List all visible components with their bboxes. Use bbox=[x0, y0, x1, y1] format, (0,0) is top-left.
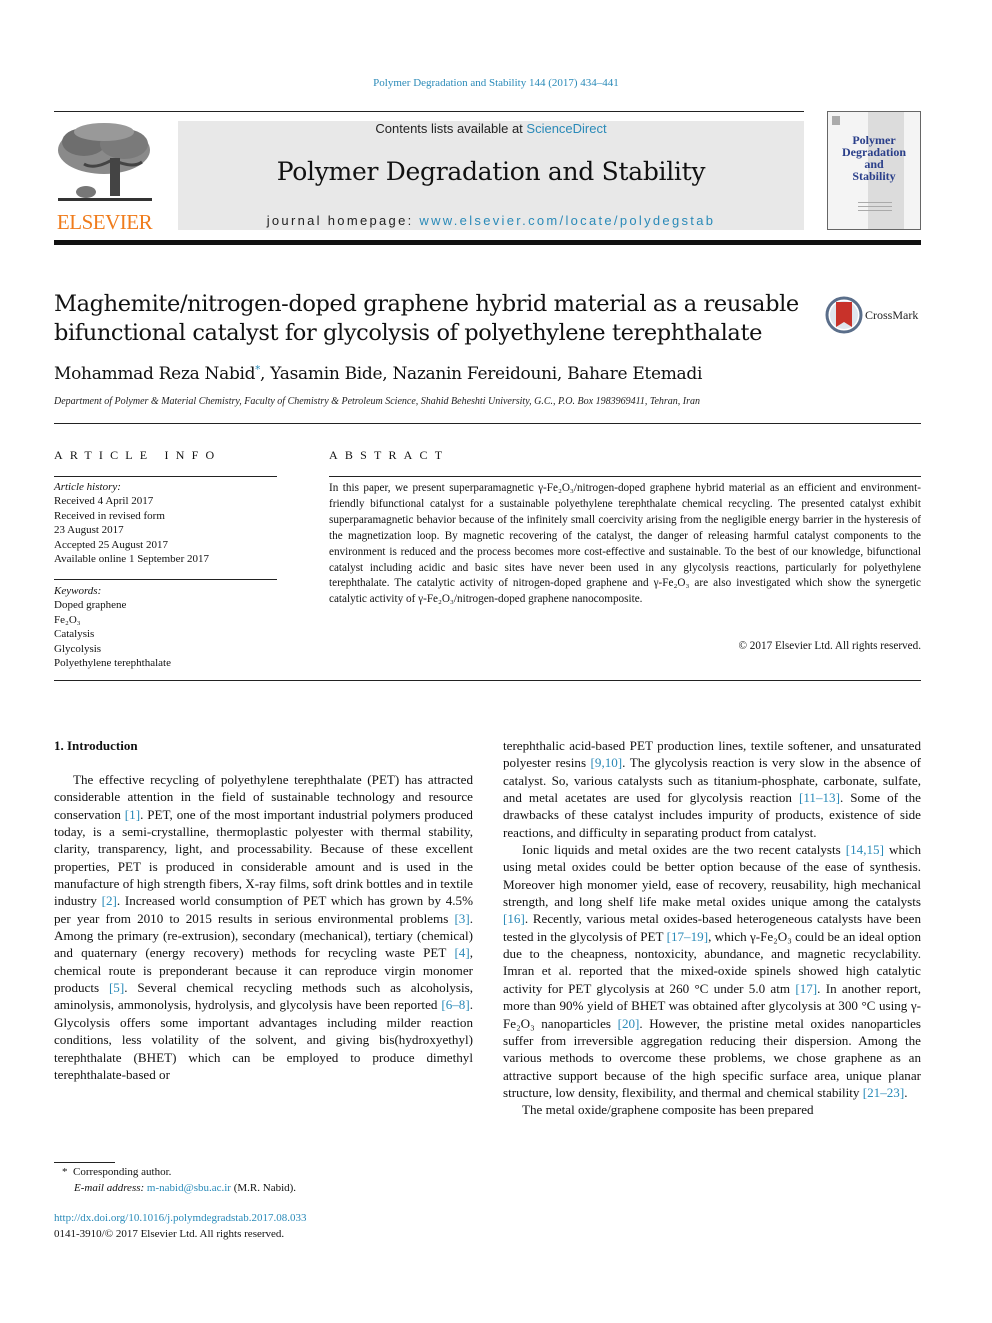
cover-fine-print bbox=[858, 210, 892, 211]
keyword: Fe₂O₃ bbox=[54, 613, 81, 626]
keyword: Glycolysis bbox=[54, 642, 102, 655]
divider bbox=[54, 240, 921, 245]
citation-link[interactable]: [1] bbox=[125, 807, 140, 822]
journal-title: Polymer Degradation and Stability bbox=[276, 157, 706, 186]
divider bbox=[54, 476, 277, 477]
keywords-label: Keywords: bbox=[54, 585, 102, 597]
citation-link[interactable]: [11–13] bbox=[799, 790, 840, 805]
citation-link[interactable]: [9,10] bbox=[591, 755, 623, 770]
citation-link[interactable]: [6–8] bbox=[441, 997, 469, 1012]
body-text: The metal oxide/graphene composite has b… bbox=[522, 1102, 814, 1118]
citation-link[interactable]: [21–23] bbox=[863, 1085, 904, 1100]
email-link[interactable]: m-nabid@sbu.ac.ir bbox=[147, 1182, 231, 1194]
body-paragraph: Ionic liquids and metal oxides are the t… bbox=[503, 841, 921, 1101]
body-text: . bbox=[904, 1084, 908, 1100]
footnote-divider bbox=[54, 1162, 115, 1163]
crossmark-icon bbox=[825, 296, 863, 334]
crossmark-button[interactable]: CrossMark bbox=[825, 296, 925, 336]
citation-link[interactable]: [17] bbox=[795, 981, 817, 996]
divider bbox=[54, 423, 921, 424]
doi-block: http://dx.doi.org/10.1016/j.polymdegrads… bbox=[54, 1211, 474, 1242]
elsevier-wordmark: ELSEVIER bbox=[56, 210, 153, 234]
citation-link[interactable]: [14,15] bbox=[846, 842, 884, 857]
abstract-heading: ABSTRACT bbox=[329, 448, 450, 462]
divider bbox=[329, 476, 921, 477]
other-authors: , Yasamin Bide, Nazanin Fereidouni, Baha… bbox=[259, 364, 703, 384]
affiliation: Department of Polymer & Material Chemist… bbox=[54, 396, 701, 407]
body-column-right: terephthalic acid-based PET production l… bbox=[503, 737, 921, 1119]
article-title: Maghemite/nitrogen-doped graphene hybrid… bbox=[54, 290, 814, 348]
history-label: Article history: bbox=[54, 481, 121, 493]
issn-line: 0141-3910/© 2017 Elsevier Ltd. All right… bbox=[54, 1227, 285, 1240]
elsevier-logo: ELSEVIER bbox=[54, 120, 155, 234]
email-label: E-mail address: bbox=[74, 1181, 147, 1194]
citation-link[interactable]: [5] bbox=[109, 980, 124, 995]
abstract-copyright: © 2017 Elsevier Ltd. All rights reserved… bbox=[738, 640, 922, 652]
article-info-heading: ARTICLE INFO bbox=[54, 448, 222, 462]
divider bbox=[54, 680, 921, 681]
contents-prefix: Contents lists available at bbox=[375, 121, 527, 136]
sciencedirect-link[interactable]: ScienceDirect bbox=[526, 121, 606, 136]
footnote-text: Corresponding author. bbox=[73, 1166, 172, 1178]
body-paragraph: The metal oxide/graphene composite has b… bbox=[503, 1101, 921, 1118]
body-column-left: The effective recycling of polyethylene … bbox=[54, 771, 473, 1083]
corresponding-author-note: * Corresponding author. bbox=[54, 1165, 474, 1181]
cover-title: Polymer Degradation and Stability bbox=[828, 134, 920, 182]
cover-fine-print bbox=[858, 202, 892, 203]
citation-link[interactable]: [2] bbox=[102, 893, 117, 908]
crossmark-label: CrossMark bbox=[865, 308, 919, 322]
citation-link[interactable]: [17–19] bbox=[667, 929, 708, 944]
cover-fine-print bbox=[858, 206, 892, 207]
history-item: Available online 1 September 2017 bbox=[54, 553, 209, 566]
doi-link[interactable]: http://dx.doi.org/10.1016/j.polymdegrads… bbox=[54, 1211, 474, 1227]
cover-logo-icon bbox=[832, 116, 840, 125]
author-link[interactable]: Mohammad Reza Nabid bbox=[54, 364, 256, 384]
email-note: E-mail address: m-nabid@sbu.ac.ir (M.R. … bbox=[54, 1181, 474, 1197]
body-paragraph: terephthalic acid-based PET production l… bbox=[503, 737, 921, 841]
running-head[interactable]: Polymer Degradation and Stability 144 (2… bbox=[0, 77, 992, 89]
body-text: Ionic liquids and metal oxides are the t… bbox=[522, 842, 846, 858]
author-list: Mohammad Reza Nabid*, Yasamin Bide, Naza… bbox=[54, 364, 702, 384]
citation-link[interactable]: [16] bbox=[503, 911, 525, 926]
divider bbox=[54, 111, 804, 112]
email-suffix: (M.R. Nabid). bbox=[230, 1181, 297, 1194]
homepage-link[interactable]: www.elsevier.com/locate/polydegstab bbox=[419, 213, 715, 228]
history-item: 23 August 2017 bbox=[54, 524, 124, 537]
keyword: Polyethylene terephthalate bbox=[54, 657, 171, 670]
abstract-text: In this paper, we present superparamagne… bbox=[329, 482, 921, 606]
citation-link[interactable]: [3] bbox=[454, 911, 469, 926]
divider bbox=[54, 579, 277, 580]
footnote-mark: * bbox=[62, 1166, 68, 1178]
citation-link[interactable]: [20] bbox=[618, 1016, 640, 1031]
history-item: Received in revised form bbox=[54, 509, 165, 522]
history-item: Accepted 25 August 2017 bbox=[54, 538, 168, 551]
article-history: Article history: Received 4 April 2017 R… bbox=[54, 480, 277, 566]
elsevier-tree-icon bbox=[58, 123, 152, 201]
history-item: Received 4 April 2017 bbox=[54, 495, 154, 508]
journal-cover-thumbnail[interactable]: Polymer Degradation and Stability bbox=[827, 111, 921, 230]
keywords: Keywords: Doped graphene Fe₂O₃ Catalysis… bbox=[54, 584, 277, 670]
body-text: . Increased world consumption of PET whi… bbox=[54, 893, 473, 926]
journal-homepage: journal homepage: www.elsevier.com/locat… bbox=[178, 213, 804, 228]
title-line: bifunctional catalyst for glycolysis of … bbox=[54, 320, 763, 346]
citation-link[interactable]: [4] bbox=[454, 945, 469, 960]
title-line: Maghemite/nitrogen-doped graphene hybrid… bbox=[54, 291, 799, 317]
footnotes: * Corresponding author. E-mail address: … bbox=[54, 1165, 474, 1196]
keyword: Doped graphene bbox=[54, 599, 127, 612]
body-paragraph: The effective recycling of polyethylene … bbox=[54, 771, 473, 1083]
journal-masthead: Contents lists available at ScienceDirec… bbox=[178, 121, 804, 230]
contents-line: Contents lists available at ScienceDirec… bbox=[178, 121, 804, 136]
homepage-label: journal homepage: bbox=[266, 213, 420, 228]
cover-title-line: Stability bbox=[852, 169, 896, 183]
section-heading-introduction: 1. Introduction bbox=[54, 738, 138, 753]
keyword: Catalysis bbox=[54, 628, 95, 641]
